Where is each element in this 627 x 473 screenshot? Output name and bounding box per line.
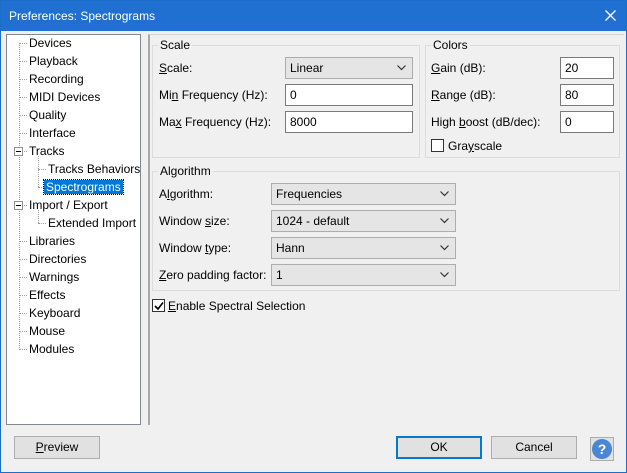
ok-button[interactable]: OK xyxy=(396,436,482,459)
colors-group-title: Colors xyxy=(431,38,470,52)
min-frequency-input[interactable]: 0 xyxy=(285,84,413,106)
tree-item-effects[interactable]: Effects xyxy=(27,287,67,303)
chevron-down-icon xyxy=(440,272,449,278)
zero-padding-select[interactable]: 1 xyxy=(271,264,456,286)
algorithm-select[interactable]: Frequencies xyxy=(271,183,456,205)
tree-item-tracks-behaviors[interactable]: Tracks Behaviors xyxy=(46,161,140,177)
scale-select[interactable]: Linear xyxy=(285,57,413,79)
preferences-dialog: Preferences: Spectrograms Devices Playba… xyxy=(0,0,627,473)
chevron-down-icon xyxy=(440,245,449,251)
high-boost-input[interactable]: 0 xyxy=(560,111,614,133)
tree-item-interface[interactable]: Interface xyxy=(27,125,78,141)
min-frequency-label: Min Frequency (Hz): xyxy=(159,88,268,102)
chevron-down-icon xyxy=(440,191,449,197)
tree-item-mouse[interactable]: Mouse xyxy=(27,323,67,339)
spectral-selection-label[interactable]: Enable Spectral Selection xyxy=(168,299,305,313)
category-tree[interactable]: Devices Playback Recording MIDI Devices … xyxy=(6,34,141,425)
tree-item-quality[interactable]: Quality xyxy=(27,107,68,123)
window-type-label: Window type: xyxy=(159,241,232,255)
tree-item-libraries[interactable]: Libraries xyxy=(27,233,77,249)
help-button[interactable]: ? xyxy=(590,437,614,461)
window-size-label: Window size: xyxy=(159,214,230,228)
tree-item-devices[interactable]: Devices xyxy=(27,35,74,51)
high-boost-label: High boost (dB/dec): xyxy=(431,115,541,129)
tree-item-extended-import[interactable]: Extended Import xyxy=(46,215,138,231)
tree-item-warnings[interactable]: Warnings xyxy=(27,269,81,285)
algorithm-label: Algorithm: xyxy=(159,187,214,201)
checkmark-icon xyxy=(154,302,164,311)
tree-item-directories[interactable]: Directories xyxy=(27,251,88,267)
tracks-collapse-icon[interactable] xyxy=(14,147,23,156)
close-icon xyxy=(605,10,616,21)
grayscale-checkbox[interactable] xyxy=(431,139,444,152)
tree-item-recording[interactable]: Recording xyxy=(27,71,86,87)
tree-item-playback[interactable]: Playback xyxy=(27,53,80,69)
spectral-selection-checkbox[interactable] xyxy=(152,299,165,312)
chevron-down-icon xyxy=(397,65,406,71)
range-label: Range (dB): xyxy=(431,88,496,102)
import-export-collapse-icon[interactable] xyxy=(14,201,23,210)
window-type-select[interactable]: Hann xyxy=(271,237,456,259)
grayscale-label[interactable]: Grayscale xyxy=(448,139,502,153)
help-icon: ? xyxy=(592,439,612,459)
tree-item-modules[interactable]: Modules xyxy=(27,341,76,357)
range-input[interactable]: 80 xyxy=(560,84,614,106)
chevron-down-icon xyxy=(440,218,449,224)
zero-padding-label: Zero padding factor: xyxy=(159,268,267,282)
tree-item-tracks[interactable]: Tracks xyxy=(27,143,67,159)
window-size-select[interactable]: 1024 - default xyxy=(271,210,456,232)
max-frequency-input[interactable]: 8000 xyxy=(285,111,413,133)
scale-label: Scale: xyxy=(159,61,193,75)
tree-item-spectrograms[interactable]: Spectrograms xyxy=(43,179,124,195)
tree-item-keyboard[interactable]: Keyboard xyxy=(27,305,82,321)
tree-item-midi-devices[interactable]: MIDI Devices xyxy=(27,89,102,105)
algorithm-group-title: Algorithm xyxy=(158,164,213,178)
gain-label: Gain (dB): xyxy=(431,61,486,75)
tree-item-import-export[interactable]: Import / Export xyxy=(27,197,110,213)
scale-group-title: Scale xyxy=(158,38,193,52)
window-title: Preferences: Spectrograms xyxy=(9,9,156,23)
preview-button[interactable]: Preview xyxy=(14,436,100,459)
gain-input[interactable]: 20 xyxy=(560,57,614,79)
cancel-button[interactable]: Cancel xyxy=(491,436,577,459)
close-button[interactable] xyxy=(596,1,626,31)
title-bar[interactable]: Preferences: Spectrograms xyxy=(1,1,626,31)
max-frequency-label: Max Frequency (Hz): xyxy=(159,115,272,129)
